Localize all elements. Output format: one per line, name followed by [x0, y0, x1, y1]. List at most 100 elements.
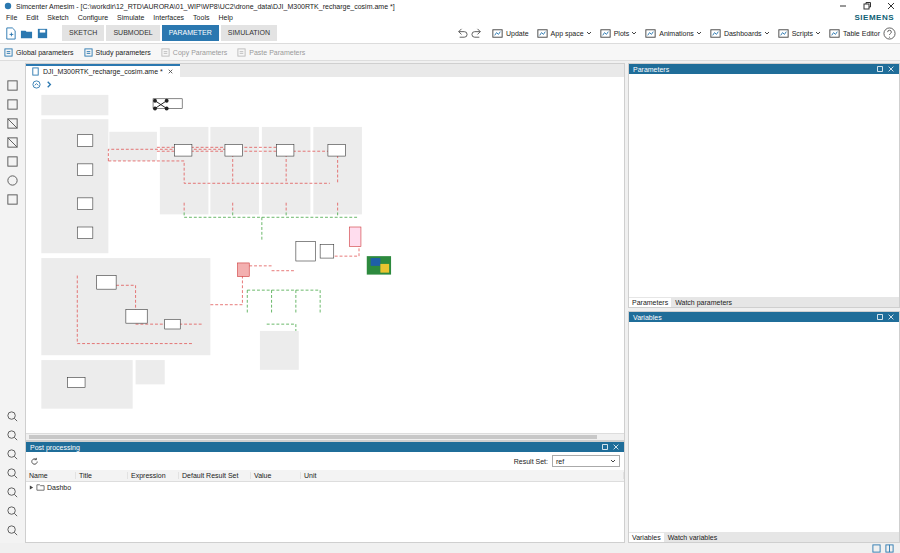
zoom-in-icon[interactable]	[6, 429, 19, 442]
open-folder-icon[interactable]	[20, 27, 33, 40]
menu-item[interactable]: Edit	[26, 14, 38, 21]
zoom-area-icon[interactable]	[6, 486, 19, 499]
diagram-component[interactable]	[77, 135, 93, 147]
signal-line[interactable]	[286, 203, 287, 213]
diagram-group[interactable]	[41, 95, 108, 115]
close-icon[interactable]	[612, 443, 620, 451]
document-tab[interactable]: DJI_M300RTK_recharge_cosim.ame *	[26, 64, 180, 77]
column-header[interactable]: Expression	[128, 472, 179, 479]
layout-icon[interactable]	[885, 544, 894, 553]
diagram-group[interactable]	[109, 132, 157, 161]
close-icon[interactable]	[887, 65, 895, 73]
panel-icon[interactable]	[6, 524, 19, 537]
menu-item[interactable]: Configure	[78, 14, 108, 21]
quadcopter-symbol[interactable]	[153, 99, 169, 111]
diagram-component[interactable]	[165, 319, 181, 329]
toolbar-button[interactable]: Paste Parameters	[237, 48, 305, 57]
line-tool-icon[interactable]	[6, 117, 19, 130]
menu-item[interactable]: Sketch	[47, 14, 68, 21]
ribbon-action[interactable]: Scripts	[777, 27, 821, 40]
undo-icon[interactable]	[455, 27, 468, 40]
diagram-group[interactable]	[41, 258, 210, 355]
power-line[interactable]	[286, 212, 287, 217]
diagram-component[interactable]	[296, 242, 315, 261]
expand-icon[interactable]	[29, 485, 34, 490]
refresh-icon[interactable]	[30, 457, 39, 466]
column-header[interactable]: Value	[251, 472, 301, 479]
diagram-component[interactable]	[225, 144, 242, 156]
text-tool-icon[interactable]	[6, 79, 19, 92]
power-line[interactable]	[320, 290, 321, 314]
image-tool-icon[interactable]	[6, 98, 19, 111]
column-header[interactable]: Name	[26, 472, 76, 479]
menu-item[interactable]: Help	[218, 14, 232, 21]
grid-icon[interactable]	[872, 544, 881, 553]
sketch-canvas[interactable]	[26, 77, 624, 433]
float-icon[interactable]	[876, 313, 884, 321]
table-row[interactable]: Dashbo	[26, 482, 624, 493]
panel-tab[interactable]: Watch parameters	[672, 298, 735, 307]
toolbar-button[interactable]: Copy Parameters	[161, 48, 227, 57]
ribbon-action[interactable]: Dashboards	[709, 27, 770, 40]
align-tool-icon[interactable]	[6, 193, 19, 206]
float-icon[interactable]	[601, 443, 609, 451]
column-header[interactable]: Default Result Set	[179, 472, 251, 479]
panel-tab[interactable]: Parameters	[629, 298, 671, 307]
signal-line[interactable]	[337, 203, 338, 213]
diagram-component[interactable]	[68, 378, 85, 388]
forward-icon[interactable]	[45, 80, 54, 89]
ribbon-tab[interactable]: SKETCH	[62, 25, 104, 41]
save-icon[interactable]	[36, 27, 49, 40]
diagram-component[interactable]	[97, 276, 116, 290]
ellipse-tool-icon[interactable]	[6, 174, 19, 187]
diagram-group[interactable]	[260, 331, 299, 370]
redo-icon[interactable]	[471, 27, 484, 40]
rect-tool-icon[interactable]	[6, 155, 19, 168]
scroll-thumb[interactable]	[29, 435, 597, 439]
signal-line[interactable]	[77, 276, 194, 344]
signal-line[interactable]	[108, 149, 232, 183]
menu-item[interactable]: Tools	[193, 14, 209, 21]
power-line[interactable]	[232, 212, 233, 217]
grid-icon[interactable]	[6, 505, 19, 518]
power-line[interactable]	[267, 324, 296, 331]
horizontal-scrollbar[interactable]	[26, 433, 624, 440]
signal-line[interactable]	[97, 285, 204, 324]
layers-icon[interactable]	[6, 410, 19, 423]
menu-item[interactable]: Interfaces	[153, 14, 184, 21]
diagram-group[interactable]	[210, 127, 259, 214]
menu-item[interactable]: Simulate	[117, 14, 144, 21]
result-set-dropdown[interactable]: ref	[552, 455, 620, 467]
power-line[interactable]	[184, 217, 359, 218]
panel-tab[interactable]: Variables	[629, 533, 664, 542]
diagram-component[interactable]	[77, 164, 93, 176]
close-icon[interactable]	[887, 313, 895, 321]
power-line[interactable]	[261, 217, 262, 241]
diagram-component[interactable]	[126, 310, 147, 324]
column-header[interactable]: Title	[76, 472, 128, 479]
ribbon-action[interactable]: App space	[536, 27, 592, 40]
toolbar-button[interactable]: Global parameters	[4, 48, 74, 57]
help-icon[interactable]	[883, 27, 896, 40]
zoom-out-icon[interactable]	[6, 448, 19, 461]
ribbon-tab[interactable]: PARAMETER	[162, 25, 219, 41]
diagram-component[interactable]	[320, 244, 334, 258]
ribbon-action[interactable]: Update	[491, 27, 529, 40]
power-line[interactable]	[271, 290, 272, 314]
power-line[interactable]	[337, 212, 338, 217]
power-line[interactable]	[295, 290, 296, 314]
column-header[interactable]: Unit	[301, 472, 624, 479]
ribbon-action[interactable]: Table Editor	[828, 27, 880, 40]
diagram-component[interactable]	[174, 144, 191, 156]
diagram-component[interactable]	[349, 227, 361, 246]
toolbar-button[interactable]: Study parameters	[84, 48, 151, 57]
power-line[interactable]	[247, 290, 320, 291]
ribbon-tab[interactable]: SUBMODEL	[106, 25, 159, 41]
signal-line[interactable]	[108, 161, 329, 183]
signal-line[interactable]	[272, 270, 296, 271]
arrow-tool-icon[interactable]	[6, 136, 19, 149]
signal-line[interactable]	[232, 203, 233, 213]
zoom-fit-icon[interactable]	[6, 467, 19, 480]
diagram-component[interactable]	[77, 227, 93, 239]
ribbon-action[interactable]: Animations	[644, 27, 702, 40]
